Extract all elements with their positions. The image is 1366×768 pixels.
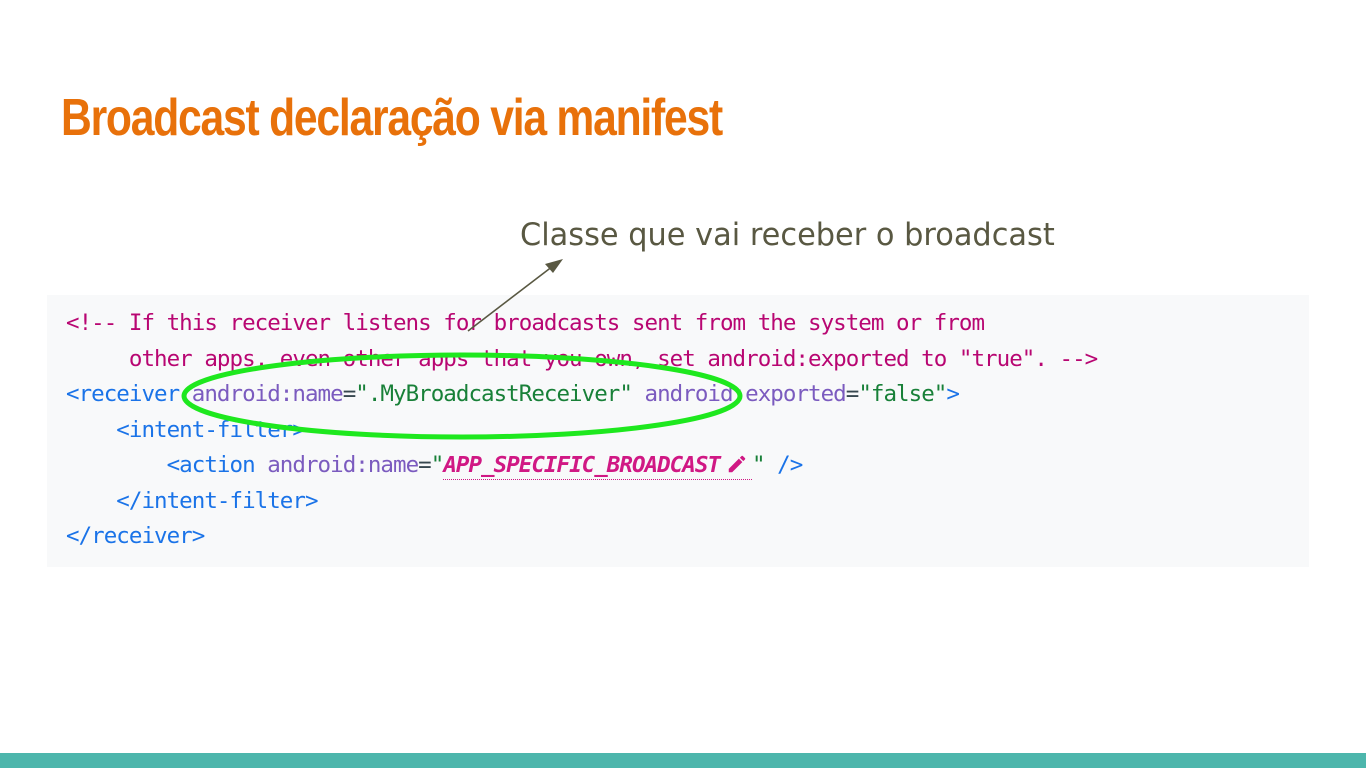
pencil-edit-icon[interactable]: [726, 453, 748, 475]
callout-text: Classe que vai receber o broadcast: [520, 217, 1055, 253]
receiver-close-line: </receiver>: [66, 523, 205, 549]
code-comment-line-2: other apps, even other apps that you own…: [66, 345, 1098, 372]
intent-filter-open-line: <intent-filter>: [66, 416, 306, 443]
intent-filter-close-line: </intent-filter>: [66, 487, 318, 514]
slide-title: Broadcast declaração via manifest: [61, 89, 723, 147]
receiver-exported-attribute: android:exported: [631, 381, 847, 407]
action-tag-end: />: [764, 452, 803, 478]
action-name-attribute: android:name: [254, 452, 419, 478]
bottom-accent-bar: [0, 753, 1366, 768]
receiver-open-tag: <receiver: [66, 381, 180, 407]
receiver-tag-end: >: [946, 381, 960, 407]
code-receiver-line: <receiver android:name=".MyBroadcastRece…: [66, 377, 1097, 413]
code-comment-line-1: <!-- If this receiver listens for broadc…: [66, 310, 985, 336]
equals-sign: =: [418, 452, 432, 478]
callout-arrow-head: [545, 259, 563, 273]
editable-placeholder[interactable]: APP_SPECIFIC_BROADCAST: [443, 452, 752, 480]
code-action-line: <action android:name="APP_SPECIFIC_BROAD…: [66, 448, 1097, 484]
action-tag: <action: [66, 452, 256, 478]
code-block: <!-- If this receiver listens for broadc…: [66, 306, 1098, 555]
receiver-class-value: ".MyBroadcastReceiver": [355, 381, 633, 407]
receiver-exported-value: "false": [858, 381, 947, 407]
quote-open: ": [430, 452, 445, 478]
placeholder-text: APP_SPECIFIC_BROADCAST: [443, 452, 721, 478]
equals-sign: =: [845, 381, 860, 407]
quote-close: ": [752, 452, 766, 478]
equals-sign: =: [342, 381, 357, 407]
receiver-name-attribute: android:name: [179, 381, 344, 407]
